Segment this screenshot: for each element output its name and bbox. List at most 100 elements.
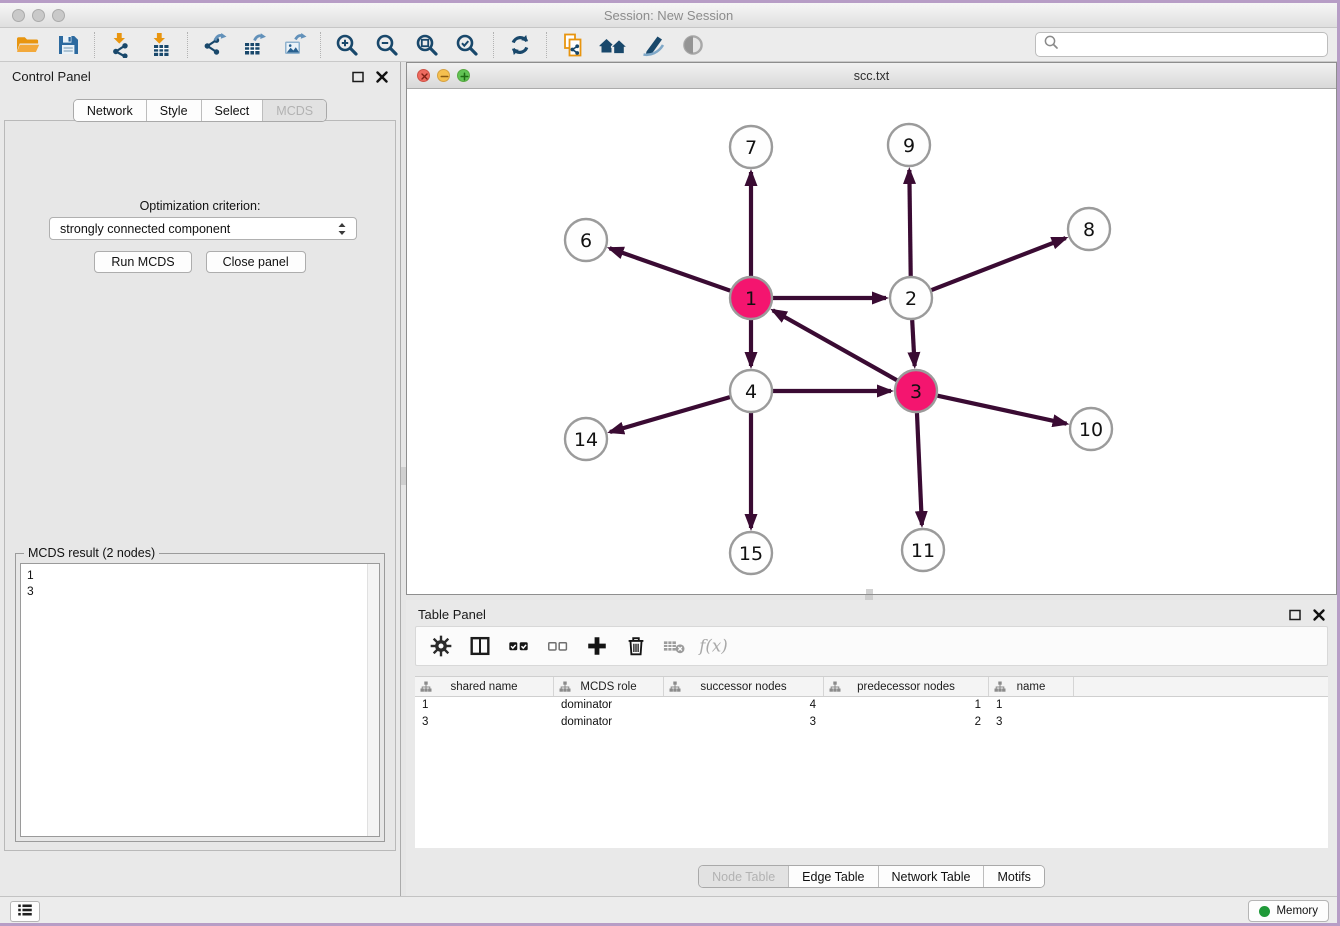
canvas-resize-handle[interactable] xyxy=(866,589,873,594)
table-cell[interactable]: 1 xyxy=(989,697,1074,714)
svg-text:4: 4 xyxy=(745,381,757,403)
export-network-icon xyxy=(201,32,227,58)
graph-node-10[interactable]: 10 xyxy=(1070,408,1112,450)
graph-edge-4-14[interactable] xyxy=(610,397,730,432)
graph-node-6[interactable]: 6 xyxy=(565,219,607,261)
close-panel-button[interactable]: Close panel xyxy=(206,251,306,273)
tab-network-table[interactable]: Network Table xyxy=(879,866,985,887)
table-cell[interactable]: 3 xyxy=(415,714,554,731)
export-table-button[interactable] xyxy=(234,30,274,60)
table-panel: Table Panel f(x) shared nameMCDS rolesuc… xyxy=(406,600,1337,896)
float-panel-icon[interactable] xyxy=(350,69,366,85)
show-columns-button[interactable] xyxy=(467,633,493,659)
network-canvas[interactable]: 7 9 6 8 1 2 4 3 14 10 15 11 xyxy=(407,89,1336,594)
export-image-button[interactable] xyxy=(274,30,314,60)
float-panel-icon[interactable] xyxy=(1287,607,1303,623)
zoom-in-button[interactable] xyxy=(327,30,367,60)
style-paint-button[interactable] xyxy=(633,30,673,60)
tab-edge-table[interactable]: Edge Table xyxy=(789,866,878,887)
table-cell[interactable]: dominator xyxy=(554,697,664,714)
graph-node-14[interactable]: 14 xyxy=(565,418,607,460)
column-header-name[interactable]: name xyxy=(989,677,1074,696)
table-mode-button[interactable] xyxy=(428,633,454,659)
svg-text:2: 2 xyxy=(905,288,917,310)
table-row[interactable]: 3dominator323 xyxy=(415,714,1328,731)
network-window-titlebar[interactable]: scc.txt xyxy=(407,63,1336,89)
table-cell[interactable]: 1 xyxy=(415,697,554,714)
column-header-predecessor-nodes[interactable]: predecessor nodes xyxy=(824,677,989,696)
hierarchy-icon xyxy=(669,681,681,696)
apply-layout-button[interactable] xyxy=(500,30,540,60)
table-cell[interactable]: dominator xyxy=(554,714,664,731)
run-mcds-button[interactable]: Run MCDS xyxy=(94,251,191,273)
import-table-button[interactable] xyxy=(141,30,181,60)
import-network-icon xyxy=(108,32,134,58)
graph-edge-2-3[interactable] xyxy=(912,320,914,366)
graph-edge-2-8[interactable] xyxy=(932,238,1066,290)
graph-edge-1-6[interactable] xyxy=(610,248,731,290)
save-session-button[interactable] xyxy=(48,30,88,60)
first-neighbors-button[interactable] xyxy=(593,30,633,60)
search-icon xyxy=(1042,33,1060,56)
table-cell[interactable]: 2 xyxy=(824,714,989,731)
delete-column-button[interactable] xyxy=(623,633,649,659)
svg-text:14: 14 xyxy=(574,429,598,451)
export-network-button[interactable] xyxy=(194,30,234,60)
application-window: Session: New Session Control Panel Netwo… xyxy=(0,3,1337,923)
mcds-result-textarea[interactable]: 13 xyxy=(20,563,380,837)
graph-node-11[interactable]: 11 xyxy=(902,529,944,571)
graph-node-8[interactable]: 8 xyxy=(1068,208,1110,250)
search-input[interactable] xyxy=(1060,33,1327,56)
zoom-fit-button[interactable] xyxy=(407,30,447,60)
result-scrollbar[interactable] xyxy=(367,564,379,836)
create-column-button[interactable] xyxy=(584,633,610,659)
graph-edge-3-10[interactable] xyxy=(937,396,1066,424)
table-panel-title: Table Panel xyxy=(418,607,486,622)
tab-style[interactable]: Style xyxy=(147,100,202,121)
import-table-icon xyxy=(148,32,174,58)
graph-node-9[interactable]: 9 xyxy=(888,124,930,166)
function-builder-button: f(x) xyxy=(701,633,727,659)
tab-select[interactable]: Select xyxy=(202,100,264,121)
graph-edge-3-11[interactable] xyxy=(917,413,922,525)
uncheck-all-icon xyxy=(546,634,570,658)
graph-node-4[interactable]: 4 xyxy=(730,370,772,412)
tab-motifs[interactable]: Motifs xyxy=(984,866,1043,887)
criterion-dropdown[interactable]: strongly connected component xyxy=(49,217,357,240)
mcds-result-groupbox: MCDS result (2 nodes) 13 xyxy=(15,553,385,842)
table-cell[interactable]: 3 xyxy=(989,714,1074,731)
close-panel-icon[interactable] xyxy=(374,69,390,85)
clone-network-button[interactable] xyxy=(553,30,593,60)
task-history-button[interactable] xyxy=(10,901,40,922)
graph-edge-3-1[interactable] xyxy=(773,310,897,380)
column-header-MCDS-role[interactable]: MCDS role xyxy=(554,677,664,696)
open-file-button[interactable] xyxy=(8,30,48,60)
tab-group: Node TableEdge TableNetwork TableMotifs xyxy=(698,865,1045,888)
zoom-out-button[interactable] xyxy=(367,30,407,60)
unselect-all-columns-button[interactable] xyxy=(545,633,571,659)
graph-node-2[interactable]: 2 xyxy=(890,277,932,319)
svg-text:9: 9 xyxy=(903,135,915,157)
import-network-button[interactable] xyxy=(101,30,141,60)
memory-button[interactable]: Memory xyxy=(1248,900,1329,922)
graph-node-15[interactable]: 15 xyxy=(730,532,772,574)
tab-network[interactable]: Network xyxy=(74,100,147,121)
table-cell[interactable]: 3 xyxy=(664,714,824,731)
column-header-shared-name[interactable]: shared name xyxy=(415,677,554,696)
graph-node-7[interactable]: 7 xyxy=(730,126,772,168)
graph-edge-2-9[interactable] xyxy=(909,170,910,276)
table-row[interactable]: 1dominator411 xyxy=(415,697,1328,714)
graph-node-3[interactable]: 3 xyxy=(895,370,937,412)
zoom-in-icon xyxy=(334,32,360,58)
table-cell[interactable]: 1 xyxy=(824,697,989,714)
network-view-window: scc.txt 7 9 6 8 1 2 4 3 14 10 15 11 xyxy=(406,62,1337,595)
tab-node-table[interactable]: Node Table xyxy=(699,866,789,887)
table-cell[interactable]: 4 xyxy=(664,697,824,714)
column-header-successor-nodes[interactable]: successor nodes xyxy=(664,677,824,696)
close-panel-icon[interactable] xyxy=(1311,607,1327,623)
tab-mcds[interactable]: MCDS xyxy=(263,100,326,121)
select-all-columns-button[interactable] xyxy=(506,633,532,659)
svg-text:3: 3 xyxy=(910,381,922,403)
zoom-selected-button[interactable] xyxy=(447,30,487,60)
graph-node-1[interactable]: 1 xyxy=(730,277,772,319)
